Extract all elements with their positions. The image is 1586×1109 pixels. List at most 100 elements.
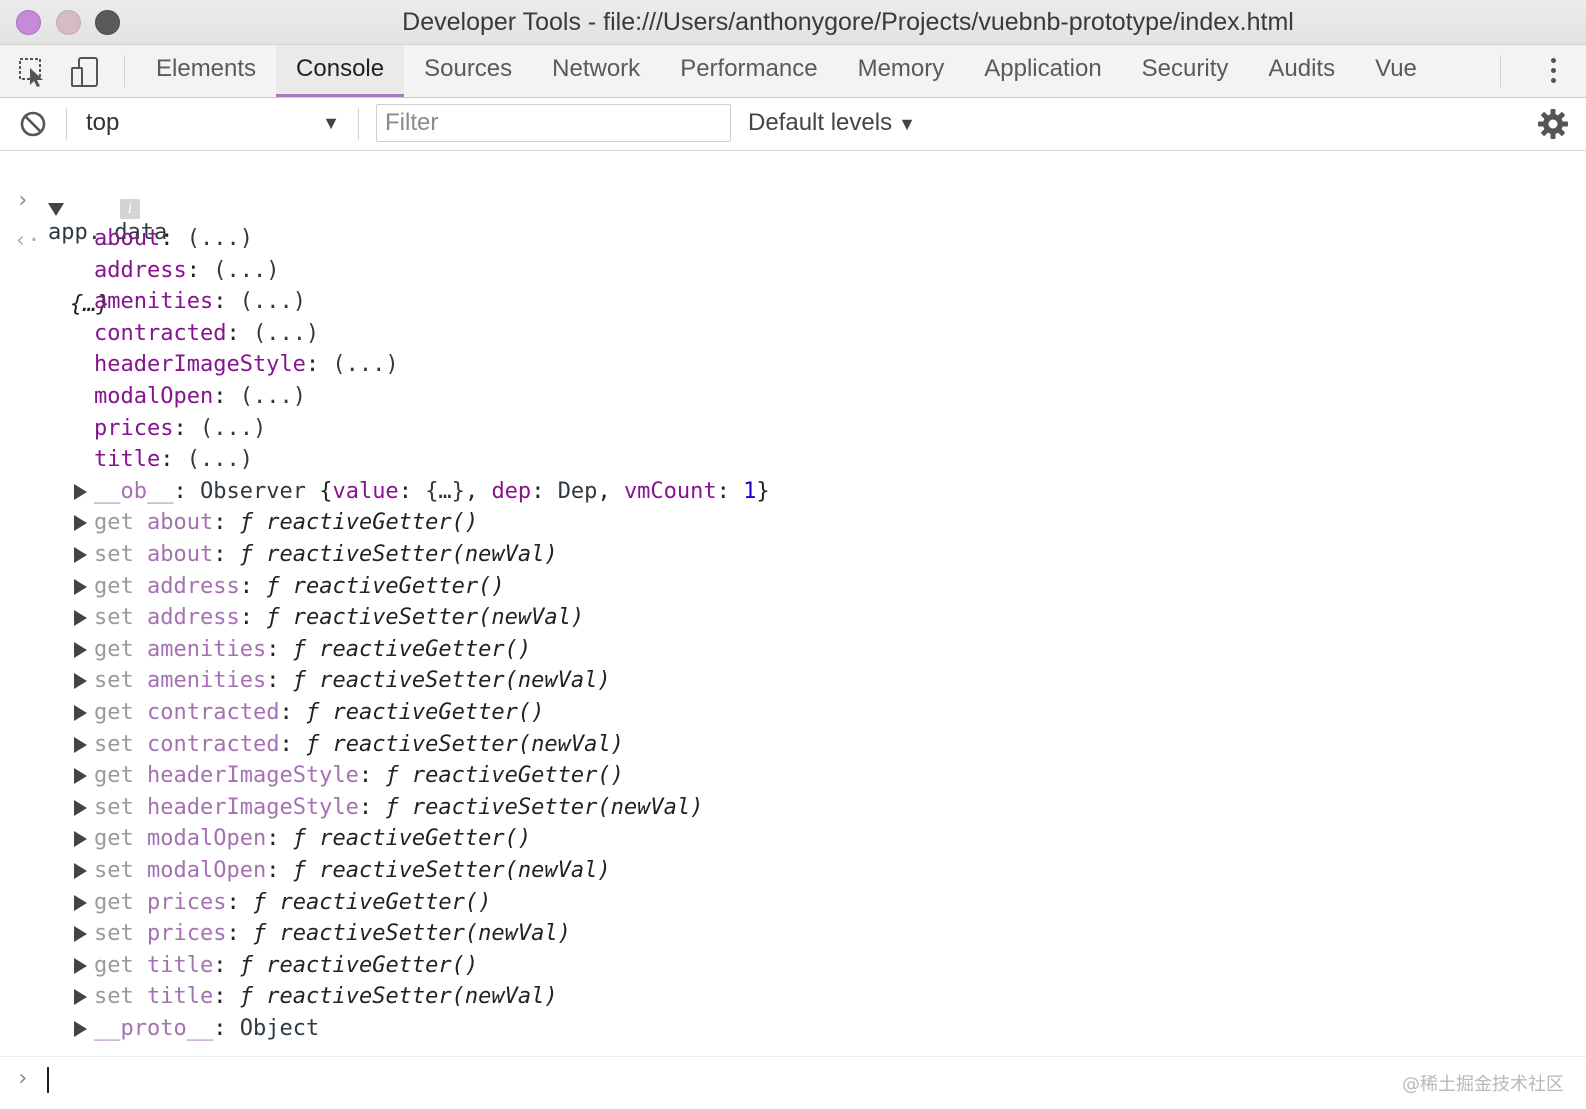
expand-triangle-icon[interactable] (74, 736, 87, 753)
expand-triangle-icon[interactable] (74, 1021, 87, 1037)
accessor-row[interactable]: set modalOpen: ƒ reactiveSetter(newVal) (0, 855, 1586, 887)
function-name: reactiveGetter() (319, 636, 532, 662)
inspect-element-icon[interactable] (16, 55, 50, 89)
property-colon: : (226, 320, 253, 346)
accessor-row[interactable]: get contracted: ƒ reactiveGetter() (0, 697, 1586, 729)
accessor-row[interactable]: get prices: ƒ reactiveGetter() (0, 887, 1586, 919)
expand-triangle-icon[interactable] (74, 578, 87, 595)
expand-triangle-icon[interactable] (74, 989, 87, 1006)
expand-triangle-icon[interactable] (74, 799, 87, 816)
clear-console-icon[interactable] (18, 109, 48, 139)
accessor-row[interactable]: set prices: ƒ reactiveSetter(newVal) (0, 918, 1586, 950)
observer-type: Observer (199, 478, 306, 504)
property-colon: : (213, 984, 240, 1010)
gear-icon[interactable] (1536, 107, 1570, 141)
property-row[interactable]: about: (...) (0, 223, 1586, 255)
accessor-kind: set (94, 794, 134, 820)
log-levels-dropdown[interactable]: Default levels ▼ (748, 106, 916, 142)
property-value: (...) (252, 320, 320, 346)
property-row[interactable]: modalOpen: (...) (0, 381, 1586, 413)
tab-elements[interactable]: Elements (136, 45, 276, 97)
accessor-row[interactable]: set about: ƒ reactiveSetter(newVal) (0, 539, 1586, 571)
execution-context-value: top (86, 109, 120, 136)
tab-performance[interactable]: Performance (660, 45, 837, 97)
accessor-row[interactable]: set headerImageStyle: ƒ reactiveSetter(n… (0, 792, 1586, 824)
property-colon: : (213, 1016, 240, 1041)
expand-triangle-icon[interactable] (74, 957, 87, 974)
accessor-row[interactable]: set amenities: ƒ reactiveSetter(newVal) (0, 665, 1586, 697)
accessor-key: headerImageStyle (147, 794, 359, 820)
property-row[interactable]: amenities: (...) (0, 286, 1586, 318)
tab-sources[interactable]: Sources (404, 45, 532, 97)
property-colon: : (358, 763, 386, 789)
execution-context-select[interactable]: top ▼ (86, 106, 346, 142)
console-result-row[interactable]: ‹· {…} i (0, 193, 1586, 317)
expand-triangle-icon[interactable] (74, 926, 87, 943)
property-colon: : (531, 478, 558, 504)
accessor-row[interactable]: get about: ƒ reactiveGetter() (0, 507, 1586, 539)
accessor-row[interactable]: get address: ƒ reactiveGetter() (0, 571, 1586, 603)
accessor-row[interactable]: get modalOpen: ƒ reactiveGetter() (0, 823, 1586, 855)
expand-triangle-icon[interactable] (74, 515, 87, 532)
expand-triangle-icon[interactable] (74, 768, 87, 785)
expand-triangle-icon[interactable] (74, 547, 87, 563)
log-levels-label: Default levels (748, 109, 893, 136)
console-prompt[interactable]: › (0, 1056, 1586, 1109)
accessor-row[interactable]: get amenities: ƒ reactiveGetter() (0, 634, 1586, 666)
property-row[interactable]: prices: (...) (0, 413, 1586, 445)
minimize-window-button[interactable] (56, 10, 81, 35)
expand-triangle-icon[interactable] (74, 863, 87, 879)
property-colon: : (716, 478, 744, 504)
accessor-row[interactable]: get title: ƒ reactiveGetter() (0, 950, 1586, 982)
close-window-button[interactable] (16, 10, 41, 35)
accessor-row[interactable]: set address: ƒ reactiveSetter(newVal) (0, 602, 1586, 634)
expand-triangle-icon[interactable] (74, 894, 87, 911)
zoom-window-button[interactable] (95, 10, 120, 35)
accessor-kind: get (94, 952, 134, 978)
property-row[interactable]: address: (...) (0, 255, 1586, 287)
tab-application[interactable]: Application (964, 45, 1121, 97)
accessor-row[interactable]: get headerImageStyle: ƒ reactiveGetter() (0, 760, 1586, 792)
proto-row[interactable]: __proto__: Object (0, 1013, 1586, 1045)
accessor-row[interactable]: set title: ƒ reactiveSetter(newVal) (0, 981, 1586, 1013)
accessor-key: headerImageStyle (147, 763, 359, 789)
property-value: (...) (213, 257, 280, 283)
expand-triangle-icon[interactable] (74, 673, 87, 690)
expand-triangle-icon[interactable] (74, 483, 87, 500)
tab-console[interactable]: Console (276, 45, 405, 97)
property-key: contracted (94, 320, 227, 346)
expand-triangle-icon[interactable] (74, 831, 87, 848)
property-row[interactable]: headerImageStyle: (...) (0, 349, 1586, 381)
expand-triangle-icon[interactable] (74, 610, 87, 627)
filter-input[interactable] (376, 104, 731, 142)
tab-security[interactable]: Security (1122, 45, 1249, 97)
tab-vue[interactable]: Vue (1355, 45, 1437, 97)
accessor-row[interactable]: set contracted: ƒ reactiveSetter(newVal) (0, 729, 1586, 761)
function-name: reactiveSetter(newVal) (411, 794, 704, 820)
property-row[interactable]: contracted: (...) (0, 318, 1586, 350)
expand-triangle-icon[interactable] (74, 705, 87, 721)
collapse-triangle-icon[interactable] (48, 203, 64, 216)
window-title: Developer Tools - file:///Users/anthonyg… (402, 8, 1294, 36)
info-badge-icon[interactable]: i (120, 199, 140, 219)
expand-triangle-icon[interactable] (74, 641, 87, 658)
tab-audits[interactable]: Audits (1248, 45, 1355, 97)
accessor-key: contracted (147, 731, 280, 757)
tab-memory[interactable]: Memory (838, 45, 965, 97)
function-name: reactiveGetter() (411, 763, 624, 789)
property-colon: : (213, 952, 240, 978)
property-row[interactable]: title: (...) (0, 444, 1586, 476)
device-toolbar-icon[interactable] (68, 55, 102, 89)
function-glyph: ƒ (385, 794, 399, 820)
observer-row[interactable]: __ob__: Observer {value: {…}, dep: Dep, … (0, 476, 1586, 508)
property-key: address (94, 257, 187, 283)
accessor-kind: set (94, 605, 134, 631)
function-name: reactiveGetter() (266, 510, 479, 536)
more-options-icon[interactable] (1548, 55, 1558, 87)
tab-network[interactable]: Network (532, 45, 660, 97)
